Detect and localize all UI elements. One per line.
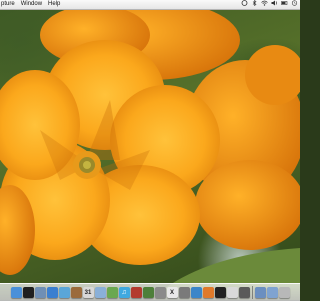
menu-window[interactable]: Window: [18, 0, 45, 9]
dashboard-icon[interactable]: [22, 287, 34, 298]
time-machine-icon[interactable]: [291, 0, 298, 10]
iphoto-icon[interactable]: [106, 287, 118, 298]
network-icon[interactable]: [190, 287, 202, 298]
text-edit-icon[interactable]: [226, 287, 238, 298]
sync-icon[interactable]: [241, 0, 248, 10]
status-area: [241, 0, 300, 10]
primrose-flower-image: [0, 0, 300, 300]
menu-bar: pture Window Help: [0, 0, 300, 10]
documents-stack-icon[interactable]: [266, 287, 278, 298]
menu-help[interactable]: Help: [45, 0, 63, 9]
finder-icon[interactable]: [10, 287, 22, 298]
itunes-icon[interactable]: ♫: [118, 287, 130, 298]
chess-icon[interactable]: [178, 287, 190, 298]
firefox-icon[interactable]: [202, 287, 214, 298]
volume-icon[interactable]: [271, 0, 278, 10]
wifi-icon[interactable]: [261, 0, 268, 10]
ichat-icon[interactable]: [58, 287, 70, 298]
spaces-icon[interactable]: [142, 287, 154, 298]
mail-icon[interactable]: [34, 287, 46, 298]
calculator-icon[interactable]: [238, 287, 250, 298]
bluetooth-icon[interactable]: [251, 0, 258, 10]
system-preferences-icon[interactable]: [154, 287, 166, 298]
battery-icon[interactable]: [281, 0, 288, 10]
terminal-icon[interactable]: [214, 287, 226, 298]
address-book-icon[interactable]: [70, 287, 82, 298]
safari-icon[interactable]: [46, 287, 58, 298]
preview-icon[interactable]: [94, 287, 106, 298]
dock-separator: [251, 286, 253, 299]
trash-icon[interactable]: [278, 287, 290, 298]
menu-capture[interactable]: pture: [0, 0, 18, 9]
downloads-stack-icon[interactable]: [254, 287, 266, 298]
desktop-wallpaper: [0, 0, 300, 300]
x11-icon[interactable]: X: [166, 287, 178, 298]
photo-booth-icon[interactable]: [130, 287, 142, 298]
ical-icon[interactable]: 31: [82, 287, 94, 298]
dock: 31 ♫ X: [0, 283, 300, 301]
